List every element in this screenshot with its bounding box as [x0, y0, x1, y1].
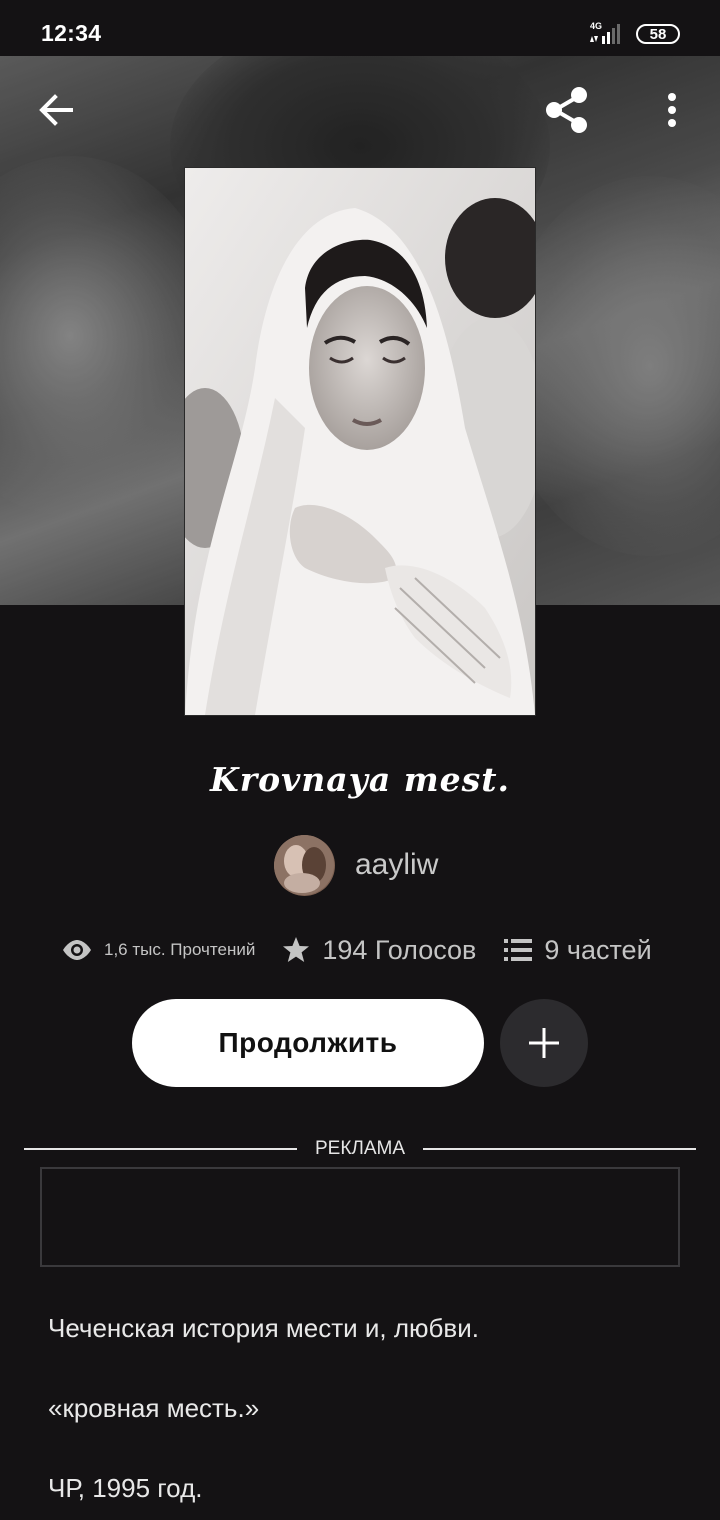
ad-divider-right	[423, 1148, 696, 1150]
votes-stat: 194 Голосов	[282, 935, 476, 966]
description-gap	[48, 1430, 688, 1470]
votes-count: 194 Голосов	[322, 934, 477, 965]
author-link[interactable]: aayliw	[274, 834, 438, 896]
description-line: ЧР, 1995 год.	[48, 1473, 203, 1503]
battery-level: 58	[649, 25, 667, 43]
share-button[interactable]	[539, 82, 595, 138]
plus-icon	[529, 1028, 559, 1058]
description-line: «кровная месть.»	[48, 1393, 260, 1423]
signal-strength-icon	[590, 24, 620, 44]
back-button[interactable]	[28, 82, 84, 138]
parts-stat: 9 частей	[504, 934, 652, 966]
description-line: Чеченская история мести и, любви.	[48, 1313, 479, 1343]
eye-icon	[63, 940, 91, 960]
more-options-button[interactable]	[644, 82, 700, 138]
story-title: Krovnaya mest.	[210, 760, 510, 799]
description-gap	[48, 1350, 688, 1390]
star-icon	[283, 937, 310, 962]
avatar-image	[274, 834, 334, 895]
list-icon	[504, 939, 533, 961]
status-bar: 12:34 4G 58	[0, 0, 720, 56]
story-cover-image	[184, 167, 536, 716]
author-avatar	[274, 834, 335, 896]
reads-stat: 1,6 тыс. Прочтений	[62, 939, 255, 961]
arrow-left-icon	[39, 94, 73, 126]
ad-label: РЕКЛАМА	[314, 1138, 406, 1159]
story-details-screen: 12:34 4G 58 Krovnaya mest. aayliw 1,6 ты…	[0, 0, 720, 1520]
battery-icon: 58	[636, 24, 680, 44]
reads-count: 1,6 тыс. Прочтений	[104, 940, 256, 959]
ad-slot[interactable]	[40, 1167, 680, 1267]
add-to-library-button[interactable]	[500, 999, 588, 1087]
ad-divider-left	[24, 1148, 297, 1150]
story-stats: 1,6 тыс. Прочтений 194 Голосов 9 частей	[62, 928, 662, 972]
parts-count: 9 частей	[544, 934, 652, 965]
story-description: Чеченская история мести и, любви. «кровн…	[48, 1310, 688, 1510]
continue-reading-button[interactable]: Продолжить	[132, 999, 484, 1087]
cover-photo	[185, 168, 535, 715]
share-icon	[546, 87, 587, 133]
more-vertical-icon	[668, 93, 676, 127]
status-time: 12:34	[41, 20, 102, 46]
author-name: aayliw	[355, 848, 439, 881]
